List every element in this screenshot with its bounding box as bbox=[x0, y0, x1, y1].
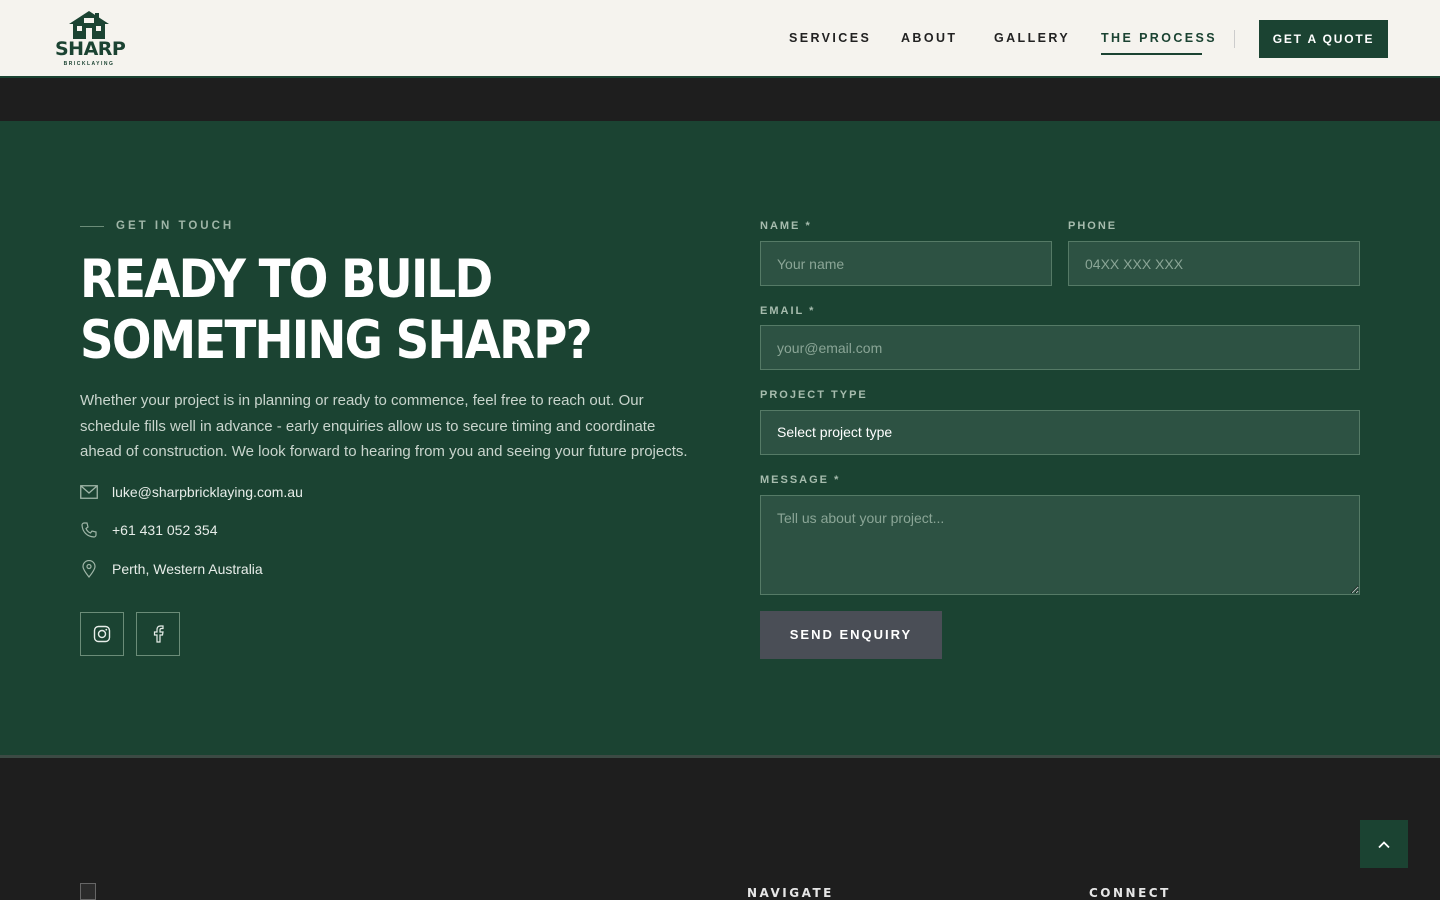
contact-section: GET IN TOUCH READY TO BUILD SOMETHING SH… bbox=[0, 121, 1440, 755]
phone-input[interactable] bbox=[1068, 241, 1360, 286]
name-label: NAME * bbox=[760, 220, 812, 232]
logo-wordmark: SHARP bbox=[55, 38, 126, 60]
instagram-icon bbox=[93, 625, 111, 643]
map-pin-icon bbox=[80, 560, 98, 578]
contact-phone-text: +61 431 052 354 bbox=[112, 522, 218, 538]
footer-connect-heading: CONNECT bbox=[1089, 886, 1171, 900]
section-eyebrow: GET IN TOUCH bbox=[80, 219, 234, 233]
instagram-link[interactable] bbox=[80, 612, 124, 656]
eyebrow-text: GET IN TOUCH bbox=[116, 220, 235, 232]
message-label: MESSAGE * bbox=[760, 474, 841, 486]
phone-label: PHONE bbox=[1068, 220, 1118, 232]
name-input[interactable] bbox=[760, 241, 1052, 286]
nav-the-process[interactable]: THE PROCESS bbox=[1101, 31, 1217, 45]
heading-line-1: READY TO BUILD bbox=[80, 249, 493, 310]
send-enquiry-button[interactable]: SEND ENQUIRY bbox=[760, 611, 942, 659]
contact-phone[interactable]: +61 431 052 354 bbox=[80, 520, 218, 540]
footer-navigate-heading: NAVIGATE bbox=[747, 886, 834, 900]
site-footer: NAVIGATE CONNECT bbox=[0, 758, 1440, 900]
heading-line-2: SOMETHING SHARP? bbox=[80, 310, 593, 371]
project-type-value: Select project type bbox=[777, 424, 893, 440]
dark-strip bbox=[0, 80, 1440, 121]
email-label: EMAIL * bbox=[760, 305, 816, 317]
contact-location-text: Perth, Western Australia bbox=[112, 561, 263, 577]
back-to-top-button[interactable] bbox=[1360, 820, 1408, 868]
nav-divider bbox=[1234, 30, 1235, 48]
nav-services[interactable]: SERVICES bbox=[789, 31, 871, 45]
project-type-label: PROJECT TYPE bbox=[760, 389, 868, 401]
site-header: SHARP BRICKLAYING SERVICES ABOUT GALLERY… bbox=[0, 0, 1440, 78]
project-type-select[interactable]: Select project type bbox=[760, 410, 1360, 455]
chevron-up-icon bbox=[1378, 840, 1390, 848]
facebook-icon bbox=[153, 625, 164, 643]
section-lead: Whether your project is in planning or r… bbox=[80, 392, 688, 460]
nav-active-underline bbox=[1101, 53, 1202, 55]
contact-email[interactable]: luke@sharpbricklaying.com.au bbox=[80, 482, 303, 502]
phone-icon bbox=[80, 521, 98, 539]
get-a-quote-button[interactable]: GET A QUOTE bbox=[1259, 20, 1388, 58]
facebook-link[interactable] bbox=[136, 612, 180, 656]
contact-location: Perth, Western Australia bbox=[80, 559, 263, 579]
contact-email-text: luke@sharpbricklaying.com.au bbox=[112, 484, 303, 500]
mail-icon bbox=[80, 483, 98, 501]
eyebrow-line bbox=[80, 225, 104, 227]
logo-subtitle: BRICKLAYING bbox=[63, 61, 115, 67]
nav-about[interactable]: ABOUT bbox=[901, 31, 957, 45]
site-logo[interactable]: SHARP BRICKLAYING bbox=[55, 10, 126, 70]
footer-logo-broken-image-icon[interactable] bbox=[80, 883, 96, 900]
email-input[interactable] bbox=[760, 325, 1360, 370]
house-logo-icon bbox=[69, 11, 109, 39]
message-textarea[interactable] bbox=[760, 495, 1360, 595]
nav-gallery[interactable]: GALLERY bbox=[994, 31, 1070, 45]
section-heading: READY TO BUILD SOMETHING SHARP? bbox=[80, 249, 608, 371]
